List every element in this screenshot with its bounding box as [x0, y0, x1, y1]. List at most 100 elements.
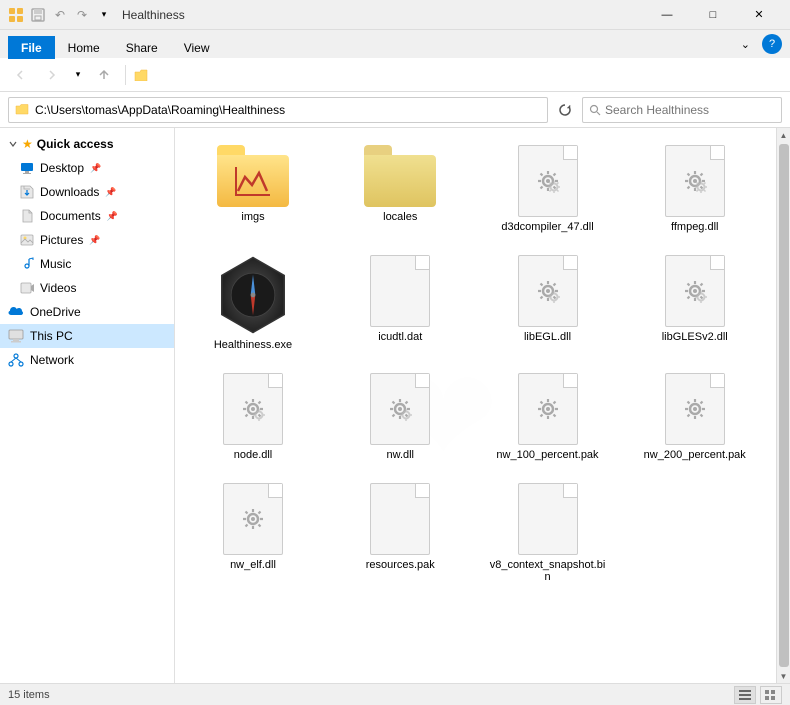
tab-view[interactable]: View: [171, 36, 223, 59]
desktop-icon: [20, 162, 34, 174]
address-input-wrap[interactable]: [8, 97, 548, 123]
file-area: ❤ imgs locales: [175, 128, 776, 683]
pictures-icon: [20, 233, 34, 247]
list-item[interactable]: resources.pak: [330, 474, 470, 592]
pin-icon-2: 📌: [105, 187, 116, 198]
address-bar: [0, 92, 790, 128]
window-controls: — □ ✕: [644, 0, 782, 30]
tab-share[interactable]: Share: [113, 36, 171, 59]
detail-view-button[interactable]: [760, 686, 782, 704]
close-button[interactable]: ✕: [736, 0, 782, 30]
list-item[interactable]: node.dll: [183, 364, 323, 470]
sidebar-music-label: Music: [40, 257, 71, 271]
list-item[interactable]: libEGL.dll: [478, 246, 618, 360]
file-item-name: v8_context_snapshot.bin: [490, 559, 606, 583]
file-item-name: libGLESv2.dll: [662, 331, 728, 343]
sidebar-onedrive-label: OneDrive: [30, 305, 81, 319]
list-item[interactable]: icudtl.dat: [330, 246, 470, 360]
sidebar-item-music[interactable]: Music: [0, 252, 174, 276]
sidebar-documents-label: Documents: [40, 209, 101, 223]
up-button[interactable]: [90, 61, 118, 89]
search-wrap[interactable]: [582, 97, 782, 123]
sidebar-item-videos[interactable]: Videos: [0, 276, 174, 300]
search-icon: [589, 104, 601, 116]
documents-icon: [20, 209, 34, 223]
status-bar: 15 items: [0, 683, 790, 705]
exe-icon: [214, 256, 292, 334]
sidebar-item-desktop[interactable]: Desktop 📌: [0, 156, 174, 180]
ribbon-tabs: File Home Share View ⌄ ?: [0, 30, 790, 58]
maximize-button[interactable]: □: [690, 0, 736, 30]
help-icon[interactable]: ?: [762, 34, 782, 54]
sidebar-item-pictures[interactable]: Pictures 📌: [0, 228, 174, 252]
scroll-thumb[interactable]: [779, 144, 789, 667]
recent-button[interactable]: ▾: [70, 61, 86, 89]
sidebar-desktop-label: Desktop: [40, 161, 84, 175]
list-item[interactable]: nw_200_percent.pak: [625, 364, 765, 470]
file-item-name: libEGL.dll: [524, 331, 571, 343]
sidebar-item-network[interactable]: Network: [0, 348, 174, 372]
list-item[interactable]: Healthiness.exe: [183, 246, 323, 360]
back-button[interactable]: [6, 61, 34, 89]
file-item-name: node.dll: [234, 449, 273, 461]
list-item[interactable]: locales: [330, 136, 470, 242]
undo-icon: ↶: [52, 7, 68, 23]
sidebar-network-label: Network: [30, 353, 74, 367]
list-item[interactable]: v8_context_snapshot.bin: [478, 474, 618, 592]
scroll-up-button[interactable]: ▲: [777, 128, 790, 142]
file-item-name: resources.pak: [366, 559, 435, 571]
file-item-name: nw_200_percent.pak: [644, 449, 746, 461]
minimize-button[interactable]: —: [644, 0, 690, 30]
sidebar-item-thispc[interactable]: This PC: [0, 324, 174, 348]
onedrive-icon: [8, 307, 24, 317]
scroll-down-button[interactable]: ▼: [777, 669, 790, 683]
item-count: 15 items: [8, 689, 50, 701]
folder-address-icon: [15, 103, 29, 117]
address-input[interactable]: [35, 103, 541, 117]
list-item[interactable]: d3dcompiler_47.dll: [478, 136, 618, 242]
save-icon: [30, 7, 46, 23]
sidebar-downloads-label: Downloads: [40, 185, 99, 199]
tab-home[interactable]: Home: [55, 36, 113, 59]
sidebar-item-onedrive[interactable]: OneDrive: [0, 300, 174, 324]
network-icon: [8, 353, 24, 367]
redo-icon: ↷: [74, 7, 90, 23]
sidebar-item-documents[interactable]: Documents 📌: [0, 204, 174, 228]
ribbon-expand-icon[interactable]: ⌄: [735, 36, 756, 53]
list-item[interactable]: nw_elf.dll: [183, 474, 323, 592]
sidebar-quick-access-header: ★ Quick access: [0, 132, 174, 156]
sidebar-item-downloads[interactable]: Downloads 📌: [0, 180, 174, 204]
file-item-name: nw_100_percent.pak: [496, 449, 598, 461]
list-item[interactable]: imgs: [183, 136, 323, 242]
tab-file[interactable]: File: [8, 36, 55, 59]
list-item[interactable]: nw.dll: [330, 364, 470, 470]
list-item[interactable]: libGLESv2.dll: [625, 246, 765, 360]
pin-icon: 📌: [90, 163, 101, 174]
file-grid: imgs locales: [183, 136, 768, 592]
forward-button[interactable]: [38, 61, 66, 89]
gear-icon: [530, 163, 566, 199]
refresh-button[interactable]: [552, 97, 578, 123]
main-area: ★ Quick access Desktop 📌 Downloads 📌 Doc…: [0, 128, 790, 683]
file-item-name: nw.dll: [386, 449, 414, 461]
scrollbar[interactable]: ▲ ▼: [776, 128, 790, 683]
list-item[interactable]: nw_100_percent.pak: [478, 364, 618, 470]
file-item-name: Healthiness.exe: [214, 339, 292, 351]
sidebar-pictures-label: Pictures: [40, 233, 83, 247]
file-item-name: ffmpeg.dll: [671, 221, 719, 233]
file-item-name: icudtl.dat: [378, 331, 422, 343]
pin-icon-3: 📌: [107, 211, 118, 222]
toolbar: ▾: [0, 58, 790, 92]
search-input[interactable]: [605, 103, 775, 117]
file-item-name: d3dcompiler_47.dll: [501, 221, 593, 233]
downloads-icon: [20, 185, 34, 199]
list-item[interactable]: ffmpeg.dll: [625, 136, 765, 242]
dropdown-icon[interactable]: ▾: [96, 7, 112, 23]
quick-access-label: Quick access: [37, 137, 114, 151]
sidebar-videos-label: Videos: [40, 281, 76, 295]
chevron-down-icon: [8, 139, 18, 149]
toolbar-separator: [125, 65, 126, 85]
list-view-button[interactable]: [734, 686, 756, 704]
videos-icon: [20, 281, 34, 295]
music-icon: [20, 257, 34, 271]
